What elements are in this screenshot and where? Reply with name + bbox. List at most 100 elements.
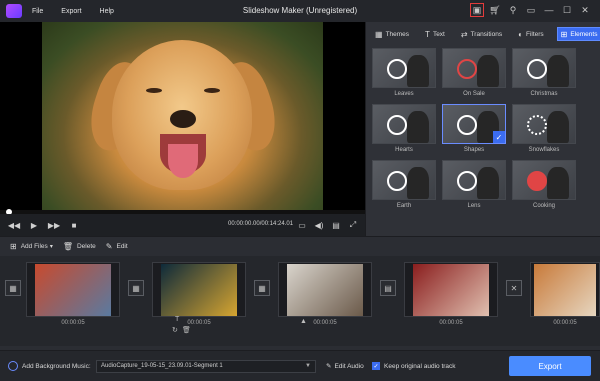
tab-filters[interactable]: ◐ Filters: [515, 27, 547, 41]
elements-icon: ⊞: [560, 29, 568, 39]
element-thumb: [372, 48, 436, 88]
background-music-value: AudioCapture_19-05-15_23.09.01-Segment 1: [101, 363, 223, 369]
element-label: Lens: [467, 203, 481, 209]
stop-icon[interactable]: ■: [68, 219, 80, 231]
play-icon[interactable]: ▶: [28, 219, 40, 231]
menu-file[interactable]: File: [32, 8, 43, 15]
storyboard: ▦ 00:00:05 ▦ 00:00:05 T ↻ 🗑︎ ▦ 00:00:05 …: [0, 256, 600, 346]
clip-thumbnail: [413, 263, 489, 316]
transition-film-icon[interactable]: ▤: [380, 280, 396, 296]
titlebar-icons: ▣ 🛒︎ ⚲ ▭ — ☐ ✕: [466, 3, 592, 17]
background-music-label: Add Background Music:: [22, 362, 91, 370]
music-icon: [8, 361, 18, 371]
filter-applied-icon[interactable]: ▲: [300, 318, 307, 325]
timeline-toolbar: ⊞ Add Files ▾ 🗑︎ Delete ✎ Edit: [0, 236, 600, 256]
close-icon[interactable]: ✕: [578, 3, 592, 17]
themes-icon: ▦: [375, 29, 383, 39]
snowflake-icon: [527, 115, 547, 135]
earth-icon: [387, 171, 407, 191]
transition-cross-icon[interactable]: ✕: [506, 280, 522, 296]
element-label: Christmas: [530, 91, 558, 97]
transition-slot-icon[interactable]: ▦: [128, 280, 144, 296]
tab-transitions[interactable]: ⇄ Transitions: [458, 27, 505, 41]
element-on-sale[interactable]: On Sale: [442, 48, 506, 97]
transition-slot-icon[interactable]: ▦: [254, 280, 270, 296]
element-label: Cooking: [532, 203, 555, 209]
add-files-button[interactable]: ⊞ Add Files ▾: [10, 242, 53, 251]
delete-button[interactable]: 🗑︎ Delete: [63, 242, 96, 251]
element-christmas[interactable]: Christmas: [512, 48, 576, 97]
transition-slot-icon[interactable]: ▦: [5, 280, 21, 296]
clip-thumbnail: [35, 263, 111, 316]
element-earth[interactable]: Earth: [372, 160, 436, 209]
snapshot-icon[interactable]: ▭: [296, 219, 308, 231]
clip-1[interactable]: [26, 262, 120, 317]
clip-duration: 00:00:05: [61, 320, 85, 326]
model-figure: [407, 55, 429, 87]
element-leaves[interactable]: Leaves: [372, 48, 436, 97]
sale-tag-icon: [457, 59, 477, 79]
text-tool-icon[interactable]: T: [175, 316, 179, 323]
model-figure: [477, 167, 499, 199]
tab-elements[interactable]: ⊞ Elements: [556, 27, 600, 41]
clip-3[interactable]: [278, 262, 372, 317]
tab-filters-label: Filters: [525, 30, 544, 38]
text-icon: T: [425, 29, 430, 39]
menu-export[interactable]: Export: [61, 8, 81, 15]
model-figure: [407, 167, 429, 199]
model-figure: [547, 55, 569, 87]
dog-eye-right: [204, 88, 220, 93]
element-cooking[interactable]: Cooking: [512, 160, 576, 209]
background-music-select[interactable]: AudioCapture_19-05-15_23.09.01-Segment 1…: [96, 360, 316, 373]
edit-label: Edit: [116, 243, 128, 250]
dog-tongue: [168, 144, 198, 178]
maximize-icon[interactable]: ☐: [560, 3, 574, 17]
export-button[interactable]: Export: [509, 356, 591, 376]
edit-audio-button[interactable]: ✎ Edit Audio: [326, 362, 364, 371]
delete-label: Delete: [76, 243, 96, 250]
menu-help[interactable]: Help: [100, 8, 114, 15]
edit-button[interactable]: ✎ Edit: [106, 242, 128, 251]
rotate-icon[interactable]: ↻: [172, 326, 178, 334]
trash-icon: 🗑︎: [62, 242, 73, 251]
cart-icon[interactable]: 🛒︎: [488, 3, 502, 17]
edit-audio-icon: ✎: [326, 363, 332, 370]
save-icon[interactable]: ▣: [470, 3, 484, 17]
keep-original-audio-label: Keep original audio track: [384, 362, 456, 370]
clip-5[interactable]: [530, 262, 600, 317]
element-thumb: [372, 104, 436, 144]
aspect-ratio-icon[interactable]: ▤: [330, 219, 342, 231]
element-thumb: [512, 104, 576, 144]
add-files-icon: ⊞: [10, 242, 17, 251]
tab-themes-label: Themes: [385, 30, 410, 38]
tab-text[interactable]: T Text: [422, 27, 448, 41]
volume-icon[interactable]: ◀): [313, 219, 325, 231]
chat-icon[interactable]: ▭: [524, 3, 538, 17]
cooking-icon: [527, 171, 547, 191]
fullscreen-icon[interactable]: ⤢: [347, 219, 359, 231]
clip-delete-icon[interactable]: 🗑︎: [182, 326, 191, 334]
keep-original-audio-checkbox[interactable]: ✓ Keep original audio track: [372, 362, 456, 370]
clip-2[interactable]: [152, 262, 246, 317]
title-bar: File Export Help Slideshow Maker (Unregi…: [0, 0, 600, 22]
minimize-icon[interactable]: —: [542, 3, 556, 17]
checkbox-checked-icon: ✓: [372, 362, 380, 370]
transitions-icon: ⇄: [460, 29, 468, 39]
circle-shape-icon: [457, 115, 477, 135]
element-label: Hearts: [395, 147, 413, 153]
clip-4[interactable]: [404, 262, 498, 317]
element-lens[interactable]: Lens: [442, 160, 506, 209]
forward-icon[interactable]: ▶▶: [48, 219, 60, 231]
element-shapes[interactable]: ✓ Shapes: [442, 104, 506, 153]
menu-bar: File Export Help: [32, 8, 132, 15]
key-icon[interactable]: ⚲: [506, 3, 520, 17]
element-thumb: [442, 48, 506, 88]
dog-nose: [170, 110, 196, 128]
rewind-icon[interactable]: ◀◀: [8, 219, 20, 231]
tab-themes[interactable]: ▦ Themes: [372, 27, 412, 41]
chevron-down-icon: ▾: [49, 244, 53, 250]
element-snowflakes[interactable]: Snowflakes: [512, 104, 576, 153]
tab-elements-label: Elements: [570, 30, 598, 38]
clip-thumbnail: [287, 263, 363, 316]
element-hearts[interactable]: Hearts: [372, 104, 436, 153]
